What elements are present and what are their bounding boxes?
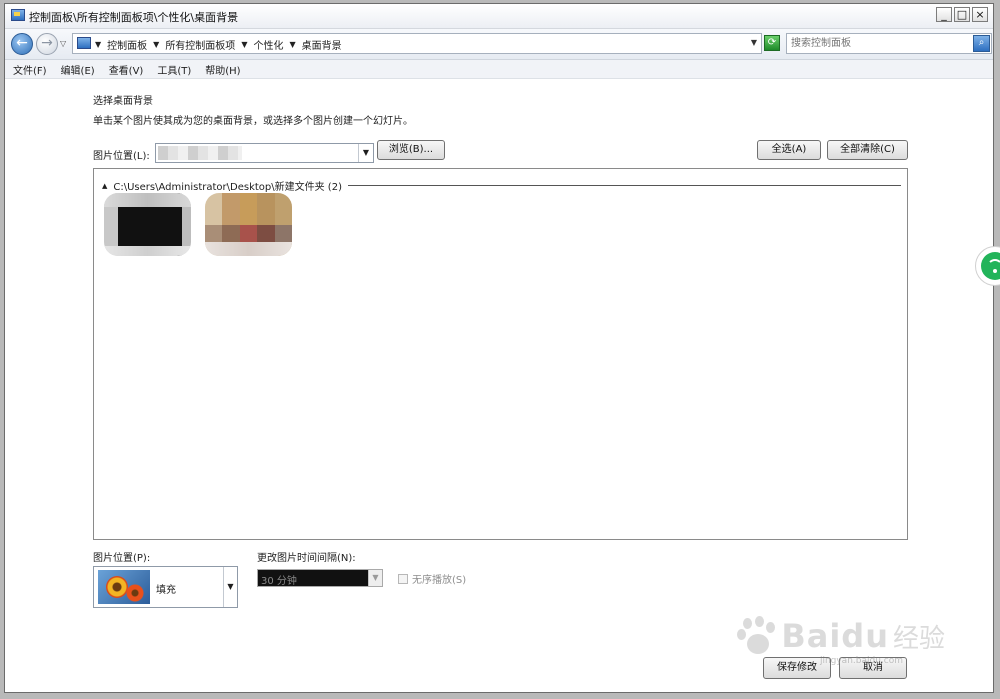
- menu-item-help[interactable]: 帮助(H): [205, 62, 240, 77]
- back-arrow-icon[interactable]: ←: [11, 33, 33, 55]
- picture-location-label: 图片位置(L):: [93, 151, 150, 162]
- fill-preview-image: [98, 570, 150, 604]
- blurred-location-value: [158, 146, 242, 160]
- menu-item-view[interactable]: 查看(V): [109, 62, 144, 77]
- address-field[interactable]: ▼ 控制面板 ▼ 所有控制面板项 ▼ 个性化 ▼ 桌面背景 ▼: [72, 33, 762, 54]
- menu-item-edit[interactable]: 编辑(E): [61, 62, 95, 77]
- interval-value: 30 分钟: [261, 576, 297, 587]
- window-title: 控制面板\所有控制面板项\个性化\桌面背景: [29, 11, 239, 24]
- picture-thumbnail[interactable]: [104, 193, 191, 256]
- select-all-button[interactable]: 全选(A): [757, 140, 821, 160]
- breadcrumb-item-personalization[interactable]: 个性化: [253, 37, 283, 52]
- shuffle-checkbox: [398, 573, 408, 584]
- chevron-down-icon: ▼: [368, 570, 382, 586]
- menu-bar: 文件(F) 编辑(E) 查看(V) 工具(T) 帮助(H): [5, 60, 993, 79]
- control-panel-icon: [77, 37, 91, 49]
- window-controls: _ □ ×: [936, 7, 988, 22]
- watermark-brand: Baidu: [781, 617, 889, 655]
- chevron-down-icon[interactable]: ▼: [153, 40, 159, 49]
- refresh-icon[interactable]: ⟳: [764, 35, 780, 51]
- wifi-icon: [981, 252, 1000, 280]
- breadcrumb-item-all-items[interactable]: 所有控制面板项: [165, 37, 235, 52]
- search-input[interactable]: [791, 36, 971, 51]
- group-folder-path: C:\Users\Administrator\Desktop\新建文件夹 (2): [113, 182, 342, 193]
- maximize-button[interactable]: □: [954, 7, 970, 22]
- picture-position-select[interactable]: 填充 ▼: [93, 566, 238, 608]
- address-bar: ← → ▽ ▼ 控制面板 ▼ 所有控制面板项 ▼ 个性化 ▼ 桌面背景 ▼ ⟳ …: [5, 29, 993, 60]
- browse-button[interactable]: 浏览(B)...: [377, 140, 445, 160]
- chevron-down-icon[interactable]: ▼: [241, 40, 247, 49]
- chevron-down-icon[interactable]: ▼: [289, 40, 295, 49]
- chevron-down-icon[interactable]: ▼: [358, 144, 373, 162]
- interval-label: 更改图片时间间隔(N):: [257, 553, 356, 564]
- chevron-down-icon[interactable]: ▼: [95, 40, 101, 49]
- recent-pages-chevron-icon[interactable]: ▽: [60, 39, 66, 48]
- baidu-watermark: Baidu 经验: [737, 616, 945, 656]
- picture-position-label: 图片位置(P):: [93, 553, 151, 564]
- control-panel-icon: [11, 9, 25, 21]
- close-button[interactable]: ×: [972, 7, 988, 22]
- search-field[interactable]: ⌕: [786, 33, 992, 54]
- breadcrumb: ▼ 控制面板 ▼ 所有控制面板项 ▼ 个性化 ▼ 桌面背景: [95, 37, 342, 52]
- watermark-url: jingyan.baidu.com: [819, 656, 903, 666]
- watermark-product: 经验: [892, 623, 945, 654]
- shuffle-option: 无序播放(S): [398, 571, 466, 586]
- desktop-background-window: 控制面板\所有控制面板项\个性化\桌面背景 _ □ × ← → ▽ ▼ 控制面板…: [4, 3, 994, 693]
- title-bar: 控制面板\所有控制面板项\个性化\桌面背景 _ □ ×: [5, 4, 993, 29]
- breadcrumb-item-control-panel[interactable]: 控制面板: [107, 37, 147, 52]
- menu-item-file[interactable]: 文件(F): [13, 62, 47, 77]
- page-description: 单击某个图片使其成为您的桌面背景，或选择多个图片创建一个幻灯片。: [93, 116, 413, 127]
- breadcrumb-item-desktop-background[interactable]: 桌面背景: [302, 37, 342, 52]
- group-divider: [347, 185, 901, 186]
- picture-position-value: 填充: [156, 585, 176, 596]
- search-icon[interactable]: ⌕: [973, 35, 990, 52]
- paw-logo-icon: [737, 616, 777, 656]
- clear-all-button[interactable]: 全部清除(C): [827, 140, 908, 160]
- address-dropdown-icon[interactable]: ▼: [751, 38, 757, 47]
- forward-arrow-icon[interactable]: →: [36, 33, 58, 55]
- page-title: 选择桌面背景: [93, 96, 153, 107]
- collapse-triangle-icon[interactable]: ▲: [102, 182, 107, 190]
- chevron-down-icon[interactable]: ▼: [223, 567, 237, 607]
- shuffle-label: 无序播放(S): [412, 575, 467, 586]
- minimize-button[interactable]: _: [936, 7, 952, 22]
- gallery-group-header[interactable]: ▲ C:\Users\Administrator\Desktop\新建文件夹 (…: [102, 178, 901, 193]
- picture-thumbnail[interactable]: [205, 193, 292, 256]
- interval-select: 30 分钟 ▼: [257, 569, 383, 587]
- picture-gallery[interactable]: ▲ C:\Users\Administrator\Desktop\新建文件夹 (…: [93, 168, 908, 540]
- picture-location-select[interactable]: ▼: [155, 143, 374, 163]
- menu-item-tools[interactable]: 工具(T): [157, 62, 191, 77]
